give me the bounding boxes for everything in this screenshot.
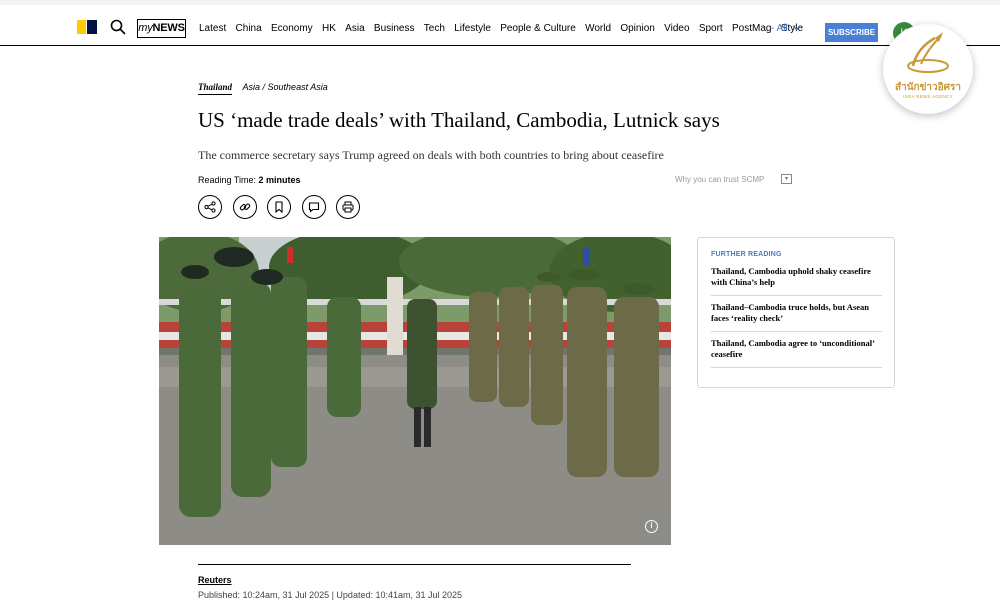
reading-time-label: Reading Time:: [198, 175, 257, 185]
scmp-logo[interactable]: [77, 20, 97, 34]
mynews-prefix: my: [138, 22, 153, 34]
subsection-link[interactable]: Asia / Southeast Asia: [243, 82, 328, 92]
divider: [711, 367, 882, 368]
mynews-button[interactable]: myNEWS: [137, 19, 186, 38]
link-icon: [239, 203, 250, 211]
share-icon: [204, 201, 216, 213]
expand-icon[interactable]: ▾: [781, 174, 792, 184]
comment-button[interactable]: [301, 195, 326, 219]
section-link-thailand[interactable]: Thailand: [198, 82, 233, 95]
nav-link-postmag[interactable]: PostMag: [732, 22, 771, 36]
article-hero-image[interactable]: [159, 237, 671, 545]
chevron-down-icon: [792, 25, 801, 31]
bookmark-icon: [275, 201, 283, 213]
further-reading-link-2[interactable]: Thailand–Cambodia truce holds, but Asean…: [711, 302, 882, 324]
nav-link-latest[interactable]: Latest: [199, 22, 226, 36]
bookmark-button[interactable]: [267, 195, 292, 219]
nav-link-economy[interactable]: Economy: [271, 22, 313, 36]
nav-link-asia[interactable]: Asia: [345, 22, 364, 36]
nav-link-business[interactable]: Business: [374, 22, 415, 36]
logo-navy-block: [87, 20, 97, 34]
byline-divider: [198, 564, 631, 565]
logo-yellow-block: [77, 20, 86, 34]
all-sections-menu[interactable]: - All: [771, 22, 801, 36]
subscribe-button[interactable]: SUBSCRIBE: [825, 23, 878, 42]
article-subhead: The commerce secretary says Trump agreed…: [198, 148, 664, 162]
nav-link-china[interactable]: China: [236, 22, 262, 36]
reading-time-value: 2 minutes: [258, 175, 301, 185]
section-nav: Latest China Economy HK Asia Business Te…: [199, 22, 812, 36]
copy-link-button[interactable]: [232, 195, 257, 219]
further-reading-box: FURTHER READING Thailand, Cambodia uphol…: [697, 237, 895, 388]
reading-time: Reading Time: 2 minutes: [198, 175, 301, 185]
search-icon[interactable]: [109, 18, 127, 36]
quill-emblem-icon: [907, 32, 949, 73]
top-navigation-bar: myNEWS Latest China Economy HK Asia Busi…: [0, 0, 1000, 46]
image-info-icon[interactable]: i: [645, 520, 658, 533]
nav-link-video[interactable]: Video: [664, 22, 689, 36]
nav-link-hk[interactable]: HK: [322, 22, 336, 36]
article-headline: US ‘made trade deals’ with Thailand, Cam…: [198, 108, 720, 132]
trust-scmp-link[interactable]: Why you can trust SCMP: [675, 175, 764, 184]
print-icon: [342, 201, 354, 213]
watermark-thai-text: สำนักข่าวอิศรา: [894, 82, 961, 93]
all-sections-label: - All: [771, 23, 788, 34]
publish-timestamp: Published: 10:24am, 31 Jul 2025 | Update…: [198, 590, 463, 600]
further-reading-link-3[interactable]: Thailand, Cambodia agree to ‘uncondition…: [711, 338, 882, 360]
nav-link-tech[interactable]: Tech: [424, 22, 445, 36]
divider: [711, 295, 882, 296]
comment-icon: [308, 202, 319, 213]
nav-link-opinion[interactable]: Opinion: [620, 22, 654, 36]
watermark-english-text: ISRA NEWS AGENCY: [903, 94, 953, 99]
further-reading-title: FURTHER READING: [711, 251, 782, 258]
nav-link-sport[interactable]: Sport: [699, 22, 723, 36]
share-button[interactable]: [198, 195, 222, 219]
divider: [711, 331, 882, 332]
nav-link-world[interactable]: World: [585, 22, 611, 36]
author-link[interactable]: Reuters: [198, 575, 232, 585]
isra-news-watermark: สำนักข่าวอิศรา ISRA NEWS AGENCY: [883, 24, 973, 114]
article-actions: [198, 195, 371, 219]
print-button[interactable]: [336, 195, 361, 219]
nav-link-people-culture[interactable]: People & Culture: [500, 22, 576, 36]
further-reading-link-1[interactable]: Thailand, Cambodia uphold shaky ceasefir…: [711, 266, 882, 288]
breadcrumb: Thailand Asia / Southeast Asia: [198, 82, 328, 95]
mynews-suffix: NEWS: [152, 22, 185, 34]
nav-link-lifestyle[interactable]: Lifestyle: [454, 22, 491, 36]
